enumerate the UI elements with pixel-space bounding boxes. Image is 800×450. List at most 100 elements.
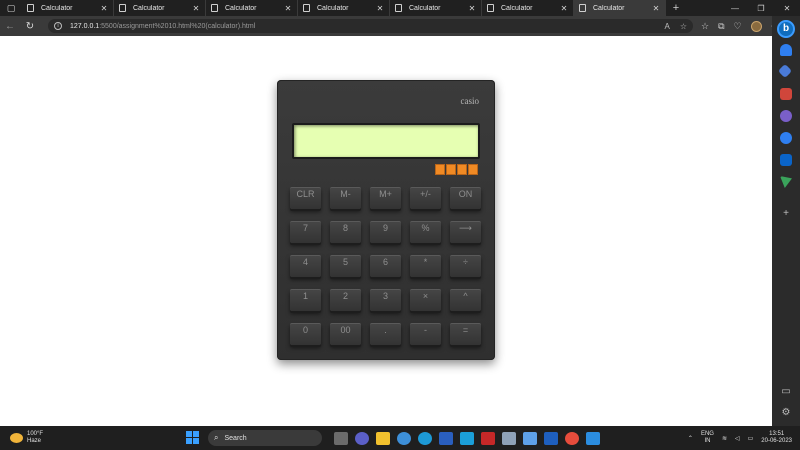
read-aloud-icon[interactable]: A <box>664 22 669 31</box>
start-windows-icon[interactable] <box>186 431 200 445</box>
url-field[interactable]: i 127.0.0.1 :5500/assignment%2010.html%2… <box>48 19 693 33</box>
document-icon <box>27 4 34 12</box>
favorite-star-icon[interactable]: ☆ <box>680 22 687 31</box>
key-7[interactable]: 7 <box>290 221 321 243</box>
tag-icon[interactable] <box>777 63 793 79</box>
clock-time: 13:51 <box>769 431 785 437</box>
outlook-icon[interactable] <box>780 154 792 166</box>
battery-icon[interactable]: ▭ <box>748 435 754 442</box>
new-tab-icon[interactable]: + <box>666 0 686 16</box>
key-percent[interactable]: % <box>410 221 441 243</box>
browser-tab-4[interactable]: Calculator ✕ <box>298 0 390 16</box>
key-sign-toggle[interactable]: +/- <box>410 187 441 209</box>
edge-browser-icon[interactable] <box>418 431 432 445</box>
notification-icon[interactable] <box>780 44 792 56</box>
browser-tab-5[interactable]: Calculator ✕ <box>390 0 482 16</box>
clock[interactable]: 13:51 20-06-2023 <box>761 431 792 445</box>
close-tab-icon[interactable]: ✕ <box>192 4 200 13</box>
key-divide[interactable]: ÷ <box>450 255 481 277</box>
extensions-icon[interactable]: ♡ <box>734 21 742 32</box>
profile-avatar[interactable] <box>750 20 762 32</box>
camera-icon[interactable] <box>502 431 516 445</box>
people-icon[interactable] <box>780 110 792 122</box>
vscode-web-icon[interactable] <box>460 431 474 445</box>
file-explorer-icon[interactable] <box>376 431 390 445</box>
key-decimal[interactable]: . <box>370 323 401 345</box>
system-tray: ⌃ ENG IN ≋ ◁ ▭ 13:51 20-06-2023 <box>688 431 800 445</box>
key-memory-minus[interactable]: M- <box>330 187 361 209</box>
solar-panel <box>435 164 478 175</box>
sidebar-toggle-icon[interactable]: ▭ <box>772 386 800 397</box>
solar-cell <box>457 164 467 175</box>
refresh-icon[interactable]: ↻ <box>20 16 40 36</box>
url-host: 127.0.0.1 <box>70 22 100 30</box>
key-5[interactable]: 5 <box>330 255 361 277</box>
settings-gear-icon[interactable]: ⚙ <box>772 407 800 418</box>
weather-widget[interactable]: 100°F Haze <box>0 431 180 445</box>
close-window-icon[interactable]: ✕ <box>774 0 800 16</box>
task-view-icon[interactable] <box>334 431 348 445</box>
games-icon[interactable] <box>780 132 792 144</box>
store-icon[interactable] <box>439 431 453 445</box>
key-times[interactable]: × <box>410 289 441 311</box>
back-icon[interactable]: ← <box>0 16 20 36</box>
site-info-icon[interactable]: i <box>54 22 62 30</box>
close-tab-icon[interactable]: ✕ <box>560 4 568 13</box>
restore-icon[interactable]: ❐ <box>748 0 774 16</box>
key-backspace-arrow[interactable]: ⟶ <box>450 221 481 243</box>
language-indicator[interactable]: ENG IN <box>701 431 714 445</box>
taskbar-search[interactable]: ⌕ Search <box>208 430 322 446</box>
volume-icon[interactable]: ◁ <box>735 435 740 442</box>
bing-chat-icon[interactable]: b <box>777 20 795 38</box>
key-memory-plus[interactable]: M+ <box>370 187 401 209</box>
close-tab-icon[interactable]: ✕ <box>468 4 476 13</box>
key-0[interactable]: 0 <box>290 323 321 345</box>
key-8[interactable]: 8 <box>330 221 361 243</box>
solar-cell <box>435 164 445 175</box>
browser-tab-2[interactable]: Calculator ✕ <box>114 0 206 16</box>
app-icon[interactable] <box>397 431 411 445</box>
collections-icon[interactable]: ⧉ <box>718 21 724 32</box>
key-4[interactable]: 4 <box>290 255 321 277</box>
favorites-icon[interactable]: ☆ <box>701 21 709 32</box>
document-icon <box>395 4 402 12</box>
key-00[interactable]: 00 <box>330 323 361 345</box>
document-icon <box>487 4 494 12</box>
key-minus[interactable]: - <box>410 323 441 345</box>
close-tab-icon[interactable]: ✕ <box>284 4 292 13</box>
tab-actions-icon[interactable]: ▢ <box>0 0 22 16</box>
browser-tab-3[interactable]: Calculator ✕ <box>206 0 298 16</box>
minimize-icon[interactable]: — <box>722 0 748 16</box>
close-tab-icon[interactable]: ✕ <box>376 4 384 13</box>
key-multiply-star[interactable]: * <box>410 255 441 277</box>
key-equals[interactable]: = <box>450 323 481 345</box>
key-1[interactable]: 1 <box>290 289 321 311</box>
weather-temp: 100°F <box>27 431 44 437</box>
key-on[interactable]: ON <box>450 187 481 209</box>
solar-cell <box>446 164 456 175</box>
key-clear[interactable]: CLR <box>290 187 321 209</box>
word-icon[interactable] <box>544 431 558 445</box>
vscode-icon[interactable] <box>586 431 600 445</box>
browser-tab-1[interactable]: Calculator ✕ <box>22 0 114 16</box>
key-2[interactable]: 2 <box>330 289 361 311</box>
key-power[interactable]: ^ <box>450 289 481 311</box>
tab-strip: ▢ Calculator ✕ Calculator ✕ Calculator ✕… <box>0 0 800 16</box>
key-9[interactable]: 9 <box>370 221 401 243</box>
browser-tab-6[interactable]: Calculator ✕ <box>482 0 574 16</box>
close-tab-icon[interactable]: ✕ <box>100 4 108 13</box>
wifi-icon[interactable]: ≋ <box>722 435 727 442</box>
close-tab-icon[interactable]: ✕ <box>652 4 660 13</box>
toolbox-icon[interactable] <box>780 88 792 100</box>
mcafee-icon[interactable] <box>481 431 495 445</box>
add-sidebar-icon[interactable]: + <box>772 208 800 219</box>
send-icon[interactable] <box>780 176 792 188</box>
search-icon: ⌕ <box>214 433 219 442</box>
key-3[interactable]: 3 <box>370 289 401 311</box>
calculator-app-icon[interactable] <box>523 431 537 445</box>
chevron-up-icon[interactable]: ⌃ <box>688 435 693 442</box>
chat-icon[interactable] <box>355 431 369 445</box>
chrome-icon[interactable] <box>565 431 579 445</box>
key-6[interactable]: 6 <box>370 255 401 277</box>
browser-tab-7-active[interactable]: Calculator ✕ <box>574 0 666 16</box>
